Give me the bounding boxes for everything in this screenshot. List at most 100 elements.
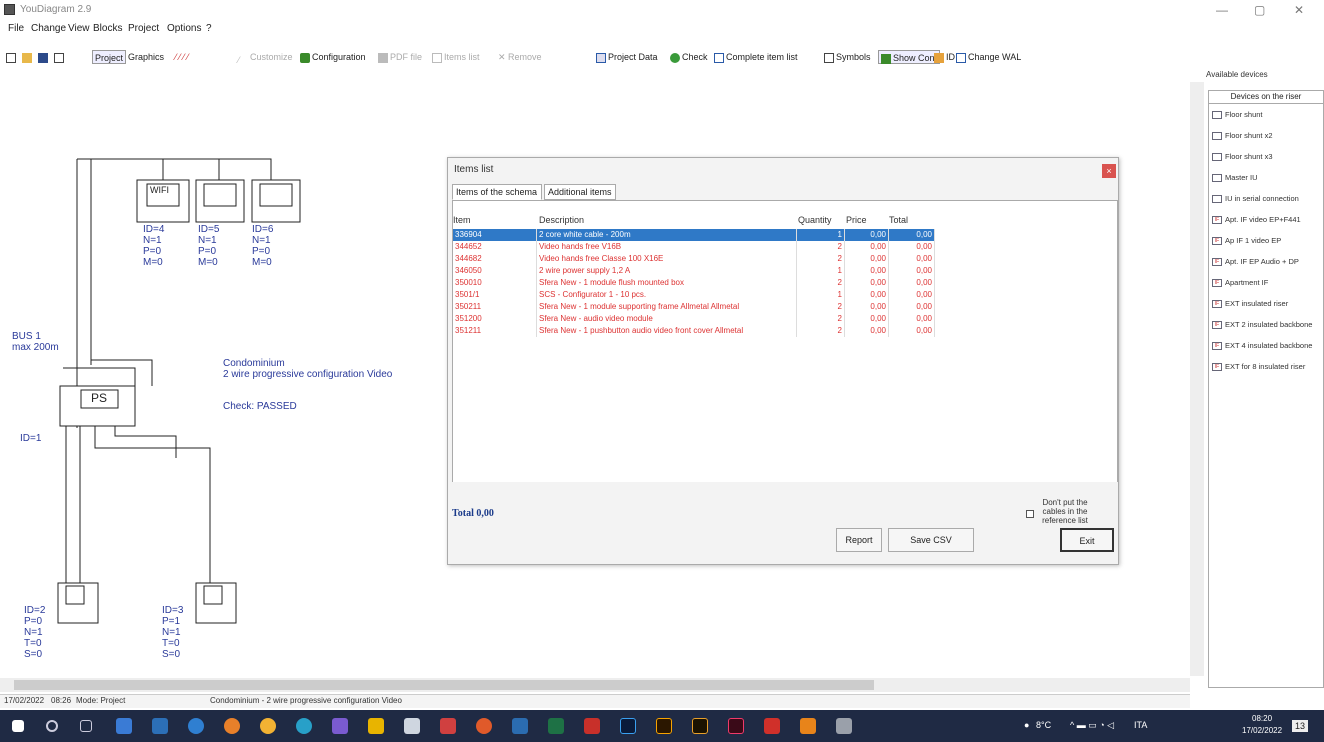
dialog-close-icon[interactable]: ×: [1102, 164, 1116, 178]
device-item[interactable]: IF Apt. IF video EP+F441: [1212, 211, 1301, 229]
menu-options[interactable]: Options: [167, 23, 201, 34]
start-icon[interactable]: [12, 720, 24, 732]
report-button[interactable]: Report: [836, 528, 882, 552]
tab-additional-items[interactable]: Additional items: [544, 184, 616, 200]
customize-button[interactable]: ⁄ Customize: [238, 50, 293, 65]
device-item[interactable]: Floor shunt x3: [1212, 148, 1273, 166]
clock-date[interactable]: 17/02/2022: [1242, 726, 1282, 735]
available-devices-header[interactable]: Available devices: [1206, 70, 1268, 79]
menu-blocks[interactable]: Blocks: [93, 23, 122, 34]
edge-icon[interactable]: [188, 718, 204, 734]
chrome-icon[interactable]: [260, 718, 276, 734]
app-icon[interactable]: [764, 718, 780, 734]
menu-change[interactable]: Change: [31, 23, 66, 34]
devices-riser-tab[interactable]: Devices on the riser: [1208, 90, 1324, 104]
tab-items-of-schema[interactable]: Items of the schema: [452, 184, 542, 200]
device-item[interactable]: Floor shunt: [1212, 106, 1263, 124]
col-item[interactable]: Item: [453, 215, 471, 225]
bridge-icon[interactable]: [692, 718, 708, 734]
remove-button[interactable]: ✕ Remove: [498, 50, 542, 64]
vlc-icon[interactable]: [800, 718, 816, 734]
col-description[interactable]: Description: [539, 215, 584, 225]
clock-time[interactable]: 08:20: [1252, 714, 1272, 723]
app-icon[interactable]: [152, 718, 168, 734]
task-view-icon[interactable]: [80, 720, 92, 732]
table-row[interactable]: 350211 Sfera New - 1 module supporting fr…: [453, 301, 935, 313]
device-item[interactable]: IF EXT insulated riser: [1212, 295, 1288, 313]
menu-project[interactable]: Project: [128, 23, 159, 34]
symbols-button[interactable]: Symbols: [824, 50, 871, 64]
device-item[interactable]: Floor shunt x2: [1212, 127, 1273, 145]
weather-icon[interactable]: ●: [1024, 720, 1029, 730]
notification-icon[interactable]: 13: [1292, 720, 1309, 732]
wire-tool-icon[interactable]: ⁄ ⁄ ⁄ ⁄: [175, 50, 189, 64]
configuration-button[interactable]: Configuration: [300, 50, 366, 64]
device-item[interactable]: IF EXT 4 insulated backbone: [1212, 337, 1312, 355]
minimize-button[interactable]: —: [1216, 3, 1228, 17]
save-csv-button[interactable]: Save CSV: [888, 528, 974, 552]
canvas-horizontal-scrollbar[interactable]: [0, 678, 1190, 692]
col-quantity[interactable]: Quantity: [798, 215, 832, 225]
table-row[interactable]: 336904 2 core white cable - 200m 1 0,00 0,00: [453, 229, 935, 241]
close-button[interactable]: ✕: [1294, 3, 1304, 17]
new-file-icon[interactable]: [6, 50, 18, 64]
canvas-vertical-scrollbar[interactable]: [1190, 82, 1204, 676]
complete-list-button[interactable]: Complete item list: [714, 50, 798, 64]
search-icon[interactable]: [46, 720, 58, 732]
table-row[interactable]: 351200 Sfera New - audio video module 2 0,0…: [453, 313, 935, 325]
table-row[interactable]: 344652 Video hands free V16B 2 0,00 0,00: [453, 241, 935, 253]
app-icon[interactable]: [332, 718, 348, 734]
menu-view[interactable]: View: [68, 23, 90, 34]
folder-icon[interactable]: [368, 718, 384, 734]
app-icon[interactable]: [476, 718, 492, 734]
device-item[interactable]: IF EXT 2 insulated backbone: [1212, 316, 1312, 334]
tray-icons[interactable]: ^ ▬ ▭ ◔ ◁: [1070, 720, 1114, 731]
change-wal-label: Change WAL: [968, 52, 1022, 62]
project-data-button[interactable]: Project Data: [596, 50, 658, 64]
illustrator-icon[interactable]: [656, 718, 672, 734]
app-icon[interactable]: [512, 718, 528, 734]
graphics-button[interactable]: Graphics: [128, 50, 164, 64]
table-row[interactable]: 346050 2 wire power supply 1,2 A 1 0,00 0,00: [453, 265, 935, 277]
id-button[interactable]: ID: [934, 50, 955, 64]
weather-temp[interactable]: 8°C: [1036, 720, 1051, 730]
change-wal-button[interactable]: Change WAL: [956, 50, 1021, 64]
app-icon[interactable]: [296, 718, 312, 734]
app-icon[interactable]: [404, 718, 420, 734]
col-total[interactable]: Total: [889, 215, 908, 225]
menu-help[interactable]: ?: [206, 23, 212, 34]
items-list-button[interactable]: Items list: [432, 50, 480, 64]
maximize-button[interactable]: ▢: [1254, 3, 1265, 17]
table-row[interactable]: 350010 Sfera New - 1 module flush mounted…: [453, 277, 935, 289]
device-item[interactable]: Master IU: [1212, 169, 1258, 187]
language-indicator[interactable]: ITA: [1134, 720, 1147, 730]
device-item[interactable]: IF Apt. IF EP Audio + DP: [1212, 253, 1299, 271]
indesign-icon[interactable]: [728, 718, 744, 734]
table-row[interactable]: 344682 Video hands free Classe 100 X16E 2 0…: [453, 253, 935, 265]
check-button[interactable]: Check: [670, 50, 708, 64]
device-item[interactable]: IF EXT for 8 insulated riser: [1212, 358, 1305, 376]
exit-button[interactable]: Exit: [1060, 528, 1114, 552]
firefox-icon[interactable]: [224, 718, 240, 734]
print-preview-icon[interactable]: [54, 50, 66, 64]
col-price[interactable]: Price: [846, 215, 867, 225]
device-item[interactable]: IF Ap IF 1 video EP: [1212, 232, 1281, 250]
app-icon[interactable]: [116, 718, 132, 734]
app-icon[interactable]: [836, 718, 852, 734]
show-conf-button[interactable]: Show Conf: [878, 50, 941, 64]
photoshop-icon[interactable]: [620, 718, 636, 734]
acrobat-icon[interactable]: [584, 718, 600, 734]
app-icon[interactable]: [440, 718, 456, 734]
table-row[interactable]: 351211 Sfera New - 1 pushbutton audio vid…: [453, 325, 935, 337]
save-icon[interactable]: [38, 50, 50, 64]
menu-file[interactable]: File: [8, 23, 24, 34]
exclude-cables-checkbox[interactable]: [1026, 510, 1034, 518]
pdf-button[interactable]: PDF file: [378, 50, 422, 64]
device-item[interactable]: IF Apartment IF: [1212, 274, 1268, 292]
open-folder-icon[interactable]: [22, 50, 34, 64]
table-row[interactable]: 3501/1 SCS - Configurator 1 - 10 pcs. 1 0,0…: [453, 289, 935, 301]
project-button[interactable]: Project: [92, 50, 127, 64]
device-item[interactable]: IU in serial connection: [1212, 190, 1299, 208]
scroll-thumb[interactable]: [14, 680, 874, 690]
excel-icon[interactable]: [548, 718, 564, 734]
